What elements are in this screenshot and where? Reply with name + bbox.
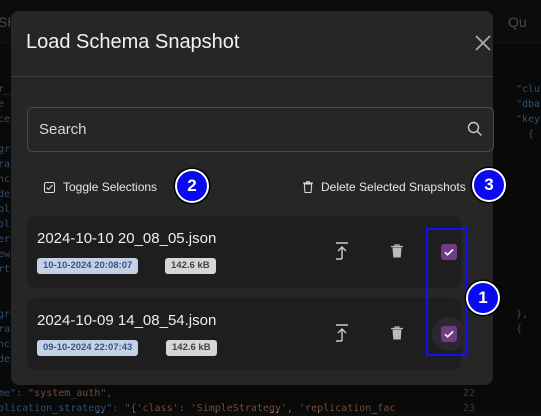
- load-snapshot-icon[interactable]: [335, 324, 349, 342]
- annotation-marker-1: 1: [466, 281, 500, 315]
- snapshot-item[interactable]: 2024-10-09 14_08_54.json 09-10-2024 22:0…: [27, 298, 466, 370]
- delete-selected-label: Delete Selected Snapshots: [321, 180, 466, 194]
- snapshot-date-badge: 10-10-2024 20:08:07: [37, 258, 139, 274]
- snapshot-filename: 2024-10-09 14_08_54.json: [37, 312, 217, 329]
- delete-snapshot-icon[interactable]: [391, 244, 403, 258]
- trash-icon: [303, 181, 313, 193]
- checkbox-icon: [44, 181, 55, 193]
- toggle-selections-button[interactable]: Toggle Selections: [44, 180, 157, 194]
- delete-snapshot-icon[interactable]: [391, 326, 403, 340]
- header-divider: [11, 76, 493, 77]
- search-input[interactable]: [27, 107, 494, 152]
- snapshot-item[interactable]: 2024-10-10 20_08_05.json 10-10-2024 20:0…: [27, 216, 461, 288]
- annotation-marker-3: 3: [472, 168, 506, 202]
- snapshot-size-badge: 142.6 kB: [166, 340, 217, 356]
- delete-selected-button[interactable]: Delete Selected Snapshots: [303, 180, 471, 194]
- load-schema-snapshot-dialog: Load Schema Snapshot Toggle Selections D…: [11, 11, 494, 385]
- annotation-marker-2: 2: [175, 169, 209, 203]
- search-icon[interactable]: [467, 121, 483, 137]
- toggle-selections-label: Toggle Selections: [63, 180, 158, 194]
- dialog-title: Load Schema Snapshot: [26, 31, 240, 53]
- load-snapshot-icon[interactable]: [335, 242, 349, 260]
- snapshot-filename: 2024-10-10 20_08_05.json: [37, 230, 217, 247]
- close-icon[interactable]: [472, 32, 494, 54]
- highlight-box: [426, 228, 467, 356]
- snapshot-size-badge: 142.6 kB: [165, 258, 216, 274]
- snapshot-date-badge: 09-10-2024 22:07:43: [37, 340, 139, 356]
